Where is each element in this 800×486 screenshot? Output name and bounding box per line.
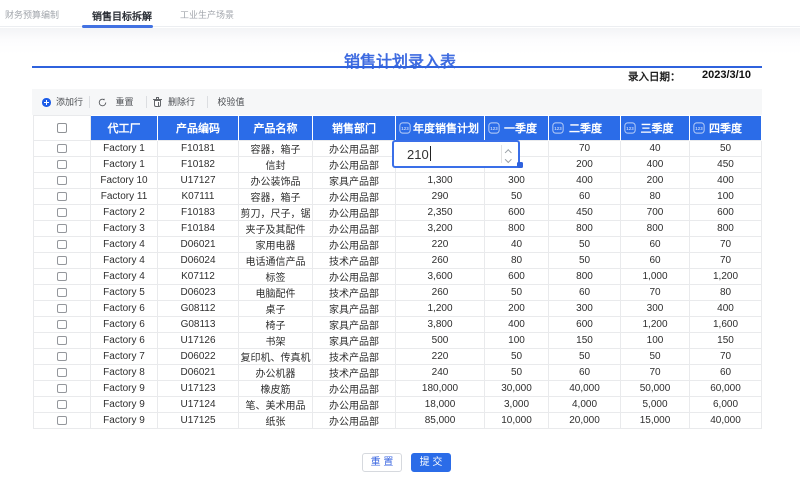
svg-text:123: 123	[401, 126, 409, 131]
svg-text:123: 123	[554, 126, 562, 131]
svg-text:123: 123	[695, 126, 703, 131]
svg-text:123: 123	[490, 126, 498, 131]
svg-text:123: 123	[626, 126, 634, 131]
